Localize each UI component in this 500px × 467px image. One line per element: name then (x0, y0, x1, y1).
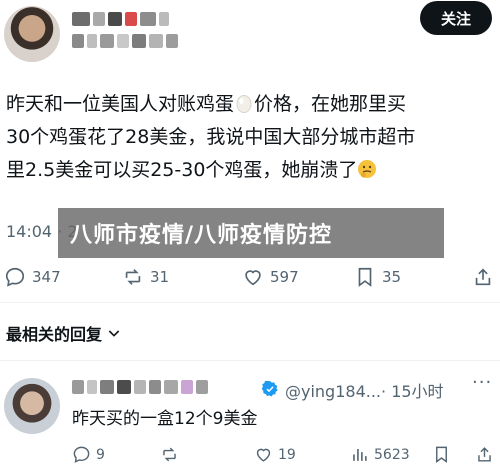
repost-action[interactable]: 31 (122, 266, 169, 288)
post-text: 昨天和一位美国人对账鸡蛋 价格，在她那里买 30个鸡蛋花了28美金，我说中国大部分… (6, 88, 494, 187)
repost-count: 31 (150, 268, 170, 286)
reply-share-action[interactable] (475, 445, 494, 464)
author-handle-redacted (72, 34, 178, 48)
section-title: 最相关的回复 (6, 325, 103, 344)
egg-icon (236, 95, 252, 113)
heart-icon (245, 270, 261, 286)
replies-sort-dropdown[interactable]: 最相关的回复 (6, 321, 122, 345)
post-line-1a: 昨天和一位美国人对账鸡蛋 (6, 93, 235, 115)
post-line-2: 30个鸡蛋花了28美金，我说中国大部分城市超市 (6, 126, 416, 148)
bookmark-action[interactable]: 35 (354, 266, 401, 288)
reply-handle: @ying184... (285, 382, 382, 401)
reply-like-action[interactable]: 19 (254, 445, 296, 464)
post-line-3: 里2.5美金可以买25-30个鸡蛋，她崩溃了 (6, 154, 494, 187)
reply-author-avatar[interactable] (4, 378, 60, 434)
share-action[interactable] (472, 266, 494, 288)
post-line-1b: 价格，在她那里买 (254, 93, 407, 115)
post-line-1: 昨天和一位美国人对账鸡蛋 价格，在她那里买 (6, 88, 494, 121)
reply-count: 347 (32, 268, 61, 286)
author-name-redacted[interactable] (72, 12, 169, 26)
reply-views-count: 5623 (374, 446, 410, 463)
reply-reply-action[interactable]: 9 (72, 445, 105, 464)
author-avatar[interactable] (4, 6, 60, 62)
watermark-banner: 八师市疫情/八师疫情防控 (58, 208, 444, 258)
reply-like-count: 19 (278, 446, 296, 463)
follow-button[interactable]: 关注 (420, 1, 492, 35)
more-options-icon[interactable]: ··· (472, 372, 492, 393)
like-action[interactable]: 597 (242, 266, 299, 288)
views-icon (353, 448, 367, 461)
thinking-face-icon (358, 160, 377, 178)
share-icon (478, 447, 491, 462)
divider (0, 302, 500, 303)
reply-handle-time[interactable]: @ying184...· 15小时 (285, 378, 444, 402)
reply-author-name-redacted[interactable] (72, 380, 208, 394)
reply-reply-count: 9 (96, 446, 105, 463)
reply-views-action[interactable]: 5623 (350, 445, 410, 464)
reply-action[interactable]: 347 (4, 266, 61, 288)
reply-icon (5, 267, 25, 287)
divider (0, 360, 500, 361)
like-count: 597 (270, 268, 299, 286)
reply-repost-action[interactable] (160, 445, 184, 464)
verified-badge-icon (261, 380, 278, 397)
reply-icon (73, 446, 90, 463)
bookmark-icon (436, 446, 447, 464)
post-line-3-text: 里2.5美金可以买25-30个鸡蛋，她崩溃了 (6, 159, 358, 181)
reply-bookmark-action[interactable] (432, 445, 451, 464)
bookmark-count: 35 (382, 268, 402, 286)
chevron-down-icon (108, 330, 120, 337)
heart-icon (256, 448, 271, 462)
reply-time: · 15小时 (381, 382, 444, 401)
bookmark-icon (358, 267, 372, 287)
repost-icon (163, 447, 176, 462)
share-icon (475, 268, 491, 286)
repost-icon (125, 269, 141, 285)
reply-text: 昨天买的一盒12个9美金 (72, 409, 258, 429)
